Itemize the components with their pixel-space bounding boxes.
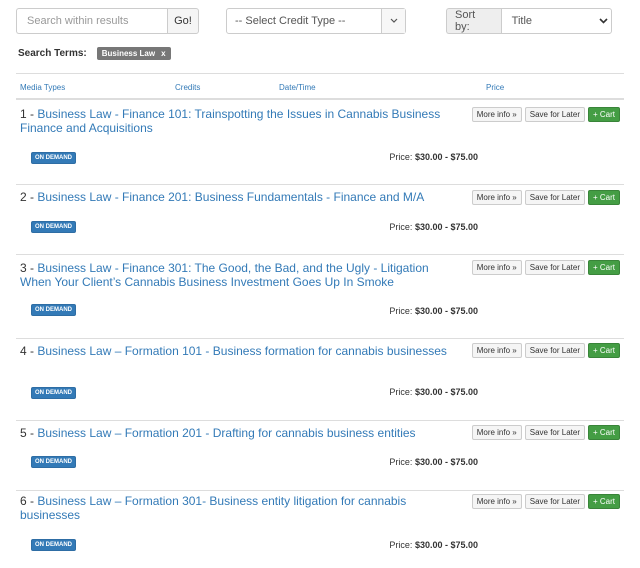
add-to-cart-button[interactable]: + Cart	[587, 343, 620, 358]
save-for-later-button[interactable]: Save for Later	[524, 107, 585, 122]
result-item: 2 - Business Law - Finance 201: Business…	[16, 184, 624, 255]
go-button[interactable]: Go!	[167, 8, 199, 34]
on-demand-badge: ON DEMAND	[31, 221, 76, 233]
price-label: Price:	[389, 540, 415, 550]
search-term-tag: Business Law x	[96, 47, 171, 60]
result-actions: More info » Save for Later + Cart	[471, 107, 620, 122]
price-value: $30.00 - $75.00	[414, 152, 478, 162]
credit-type-select[interactable]: -- Select Credit Type --	[226, 8, 406, 34]
price: Price: $30.00 - $75.00	[389, 387, 478, 397]
result-item: 6 - Business Law – Formation 301- Busine…	[16, 490, 624, 568]
search-terms: Search Terms: Business Law x	[18, 47, 171, 60]
result-actions: More info » Save for Later + Cart	[471, 260, 620, 275]
credit-type-value: -- Select Credit Type --	[235, 15, 346, 27]
more-info-button[interactable]: More info »	[471, 107, 522, 122]
chevron-down-icon	[595, 18, 611, 24]
save-for-later-button[interactable]: Save for Later	[524, 494, 585, 509]
price-value: $30.00 - $75.00	[414, 387, 478, 397]
price-value: $30.00 - $75.00	[414, 457, 478, 467]
add-to-cart-button[interactable]: + Cart	[587, 107, 620, 122]
result-number: 4 -	[20, 344, 38, 358]
table-header: Media Types Credits Date/Time Price	[16, 73, 624, 100]
result-number: 5 -	[20, 426, 38, 440]
search-group: Go!	[16, 8, 199, 34]
more-info-button[interactable]: More info »	[471, 190, 522, 205]
result-item: 5 - Business Law – Formation 201 - Draft…	[16, 420, 624, 491]
price-value: $30.00 - $75.00	[414, 306, 478, 316]
search-term-text: Business Law	[101, 49, 156, 58]
on-demand-badge: ON DEMAND	[31, 152, 76, 164]
column-credits[interactable]: Credits	[175, 83, 200, 92]
result-item: 4 - Business Law – Formation 101 - Busin…	[16, 338, 624, 421]
save-for-later-button[interactable]: Save for Later	[524, 343, 585, 358]
sort-label: Sort by:	[446, 8, 501, 34]
sort-group: Sort by: Title	[446, 8, 612, 34]
result-title: 4 - Business Law – Formation 101 - Busin…	[20, 344, 460, 358]
result-title: 2 - Business Law - Finance 201: Business…	[20, 190, 460, 204]
result-title-link[interactable]: Business Law - Finance 101: Trainspottin…	[20, 107, 440, 135]
toolbar: Go! -- Select Credit Type -- Sort by: Ti…	[16, 8, 612, 34]
add-to-cart-button[interactable]: + Cart	[587, 190, 620, 205]
price: Price: $30.00 - $75.00	[389, 222, 478, 232]
search-input[interactable]	[16, 8, 167, 34]
result-number: 1 -	[20, 107, 38, 121]
result-actions: More info » Save for Later + Cart	[471, 425, 620, 440]
result-title: 5 - Business Law – Formation 201 - Draft…	[20, 426, 460, 440]
on-demand-badge: ON DEMAND	[31, 456, 76, 468]
result-number: 3 -	[20, 261, 38, 275]
search-terms-label: Search Terms:	[18, 48, 87, 59]
column-price[interactable]: Price	[486, 83, 504, 92]
result-title-link[interactable]: Business Law – Formation 101 - Business …	[37, 344, 447, 358]
save-for-later-button[interactable]: Save for Later	[524, 190, 585, 205]
remove-term-button[interactable]: x	[161, 49, 165, 58]
more-info-button[interactable]: More info »	[471, 494, 522, 509]
result-number: 2 -	[20, 190, 38, 204]
more-info-button[interactable]: More info »	[471, 425, 522, 440]
result-item: 3 - Business Law - Finance 301: The Good…	[16, 254, 624, 339]
result-title: 6 - Business Law – Formation 301- Busine…	[20, 494, 460, 522]
price-label: Price:	[389, 222, 415, 232]
column-date-time[interactable]: Date/Time	[279, 83, 316, 92]
result-title: 1 - Business Law - Finance 101: Trainspo…	[20, 107, 460, 135]
add-to-cart-button[interactable]: + Cart	[587, 425, 620, 440]
result-title: 3 - Business Law - Finance 301: The Good…	[20, 261, 460, 289]
result-item: 1 - Business Law - Finance 101: Trainspo…	[16, 100, 624, 185]
result-actions: More info » Save for Later + Cart	[471, 190, 620, 205]
price-label: Price:	[389, 457, 415, 467]
result-actions: More info » Save for Later + Cart	[471, 494, 620, 509]
sort-value: Title	[511, 15, 533, 27]
price: Price: $30.00 - $75.00	[389, 152, 478, 162]
on-demand-badge: ON DEMAND	[31, 304, 76, 316]
price-label: Price:	[389, 387, 415, 397]
result-title-link[interactable]: Business Law - Finance 201: Business Fun…	[37, 190, 424, 204]
chevron-down-icon	[381, 9, 405, 33]
price-label: Price:	[389, 306, 415, 316]
result-title-link[interactable]: Business Law - Finance 301: The Good, th…	[20, 261, 429, 289]
result-title-link[interactable]: Business Law – Formation 201 - Drafting …	[37, 426, 415, 440]
add-to-cart-button[interactable]: + Cart	[587, 494, 620, 509]
save-for-later-button[interactable]: Save for Later	[524, 260, 585, 275]
sort-select[interactable]: Title	[500, 8, 612, 34]
more-info-button[interactable]: More info »	[471, 260, 522, 275]
save-for-later-button[interactable]: Save for Later	[524, 425, 585, 440]
price-label: Price:	[389, 152, 415, 162]
on-demand-badge: ON DEMAND	[31, 539, 76, 551]
price: Price: $30.00 - $75.00	[389, 540, 478, 550]
on-demand-badge: ON DEMAND	[31, 387, 76, 399]
add-to-cart-button[interactable]: + Cart	[587, 260, 620, 275]
price-value: $30.00 - $75.00	[414, 540, 478, 550]
result-number: 6 -	[20, 494, 38, 508]
more-info-button[interactable]: More info »	[471, 343, 522, 358]
price: Price: $30.00 - $75.00	[389, 306, 478, 316]
column-media-types[interactable]: Media Types	[20, 83, 65, 92]
price-value: $30.00 - $75.00	[414, 222, 478, 232]
result-title-link[interactable]: Business Law – Formation 301- Business e…	[20, 494, 406, 522]
price: Price: $30.00 - $75.00	[389, 457, 478, 467]
result-actions: More info » Save for Later + Cart	[471, 343, 620, 358]
